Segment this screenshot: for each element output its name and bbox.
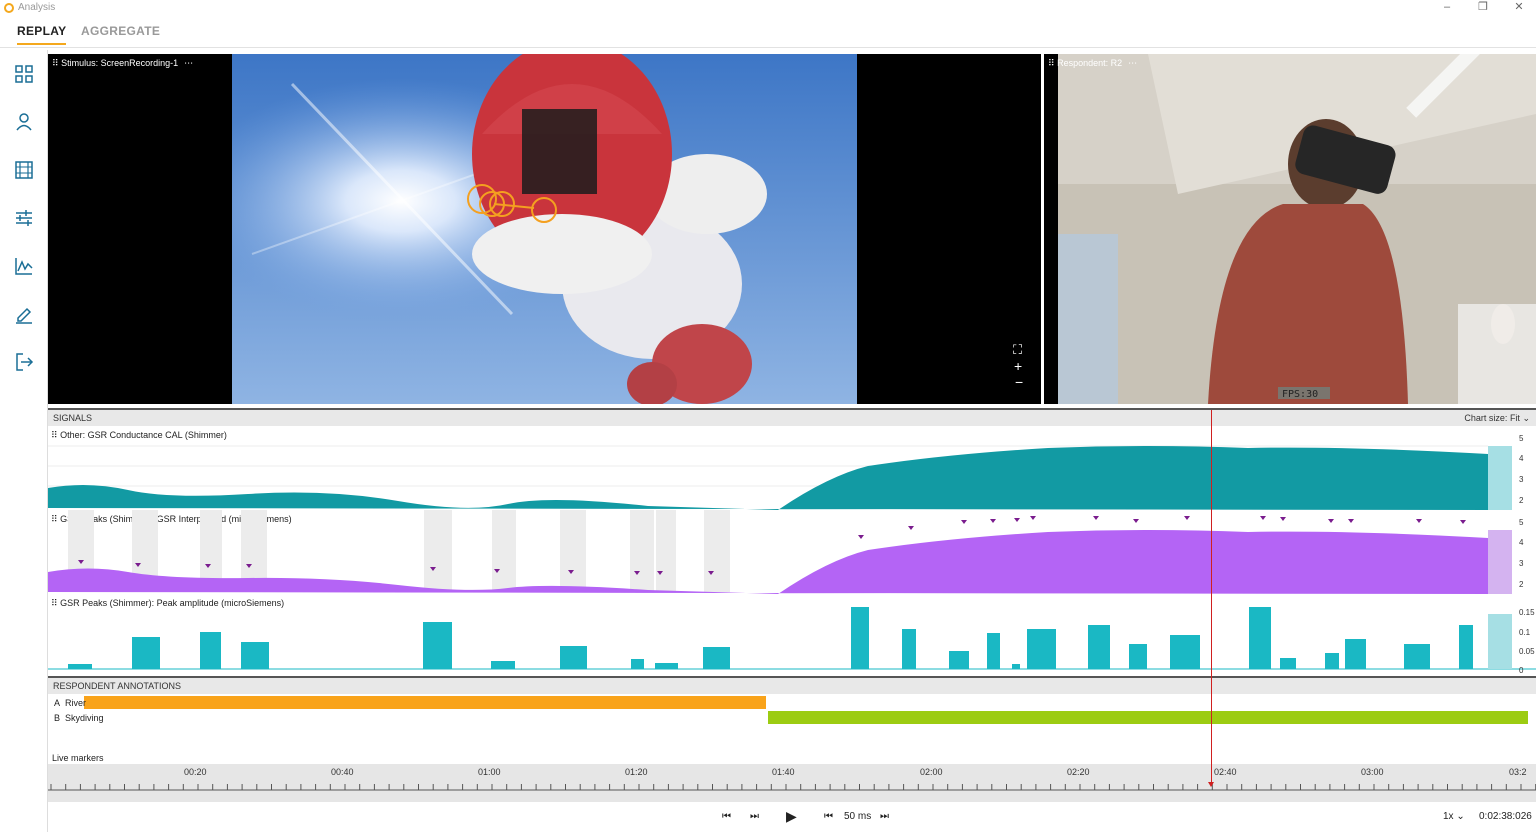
fullscreen-icon[interactable]: ⛶	[1013, 342, 1022, 358]
peak-amplitude-chart: 0.15 0.1 0.05 0	[48, 607, 1536, 675]
stimulus-panel: ⠿ Stimulus: ScreenRecording-1 ⋯ ⛶ + −	[48, 54, 1041, 404]
annotation-row-river[interactable]: A River	[48, 696, 1536, 711]
export-icon[interactable]	[14, 352, 34, 372]
stimulus-menu-button[interactable]: ⋯	[184, 58, 193, 68]
fps-overlay: FPS:30	[1282, 389, 1318, 400]
main-tabs: REPLAY AGGREGATE	[0, 18, 1536, 48]
timeline[interactable]: 00:20 00:40 01:00 01:20 01:40 02:00 02:2…	[48, 764, 1536, 804]
step-forward-button[interactable]: ⏭	[880, 811, 889, 822]
timeline-tick-label: 03:2	[1509, 767, 1527, 777]
tick-label: 3	[1519, 475, 1524, 484]
annotation-letter: A	[54, 698, 61, 708]
respondent-menu-button[interactable]: ⋯	[1128, 58, 1137, 68]
tick-label: 2	[1519, 580, 1524, 589]
timeline-tick-label: 02:20	[1067, 767, 1090, 777]
timeline-tick-label: 02:00	[920, 767, 943, 777]
pen-icon[interactable]	[14, 304, 34, 324]
stimulus-title: Stimulus: ScreenRecording-1	[61, 58, 179, 68]
playback-controls: ⏮ ⏭ ▶ ⏮ 50 ms ⏭ 1x ⌄ 0:02:38:026	[48, 804, 1536, 832]
play-button[interactable]: ▶	[786, 808, 797, 825]
step-size-value: 50 ms	[844, 811, 872, 822]
respondent-panel-header: ⠿ Respondent: R2 ⋯	[1048, 58, 1137, 69]
speed-select[interactable]: 1x ⌄	[1443, 811, 1465, 822]
annotation-letter: B	[54, 713, 61, 723]
title-bar: Analysis – ❐ ✕	[0, 0, 1536, 16]
tick-label: 0.1	[1519, 628, 1531, 637]
playhead-line[interactable]	[1211, 410, 1212, 786]
current-time: 0:02:38:026	[1479, 811, 1532, 822]
skip-to-end-button[interactable]: ⏭	[750, 811, 759, 822]
signals-title: SIGNALS	[53, 413, 93, 423]
drag-handle-icon[interactable]: ⠿	[1048, 58, 1057, 68]
tick-label: 4	[1519, 454, 1524, 463]
dashboard-icon[interactable]	[14, 64, 34, 84]
respondent-video-frame: FPS:30	[1058, 54, 1536, 404]
chart-size-control[interactable]: Chart size: Fit ⌄	[1464, 410, 1530, 426]
stimulus-video-frame	[232, 54, 857, 404]
zoom-out-button[interactable]: −	[1015, 374, 1023, 390]
tick-label: 5	[1519, 434, 1524, 443]
tick-label: 5	[1519, 518, 1524, 527]
annotations-section: RESPONDENT ANNOTATIONS A River B Skydivi…	[48, 676, 1536, 766]
chevron-down-icon: ⌄	[1522, 413, 1530, 423]
signals-section: SIGNALS Chart size: Fit ⌄ ⠿ Other: GSR C…	[48, 408, 1536, 678]
annotation-bar-river[interactable]	[84, 696, 766, 709]
tick-label: 0.05	[1519, 647, 1535, 656]
annotation-bar-skydiving[interactable]	[768, 711, 1528, 724]
tick-label: 3	[1519, 559, 1524, 568]
app-title: Analysis	[18, 2, 56, 13]
live-markers-label: Live markers	[52, 753, 104, 763]
annotations-header: RESPONDENT ANNOTATIONS	[48, 678, 1536, 694]
minimize-button[interactable]: –	[1432, 0, 1462, 16]
timeline-tick-label: 02:40	[1214, 767, 1237, 777]
step-back-button[interactable]: ⏮	[824, 811, 833, 822]
drag-handle-icon[interactable]: ⠿	[52, 58, 61, 68]
skip-to-start-button[interactable]: ⏮	[722, 811, 731, 822]
signals-header: SIGNALS Chart size: Fit ⌄	[48, 410, 1536, 426]
respondent-title: Respondent: R2	[1057, 58, 1123, 68]
sidebar	[0, 50, 48, 832]
zoom-in-button[interactable]: +	[1014, 358, 1022, 374]
tick-label: 0.15	[1519, 608, 1535, 617]
chart-size-label: Chart size:	[1464, 413, 1508, 423]
timeline-tick-label: 03:00	[1361, 767, 1384, 777]
stimulus-panel-header: ⠿ Stimulus: ScreenRecording-1 ⋯	[52, 58, 193, 69]
chart-size-value: Fit	[1509, 413, 1520, 423]
gsr-conductance-chart: 5 4 3 2	[48, 434, 1524, 510]
sliders-icon[interactable]	[14, 208, 34, 228]
timeline-ruler[interactable]: 00:20 00:40 01:00 01:20 01:40 02:00 02:2…	[48, 764, 1536, 804]
restore-button[interactable]: ❐	[1468, 0, 1498, 16]
timeline-tick-label: 01:00	[478, 767, 501, 777]
tick-label: 4	[1519, 538, 1524, 547]
film-icon[interactable]	[14, 160, 34, 180]
timeline-tick-label: 00:20	[184, 767, 207, 777]
tick-label: 2	[1519, 496, 1524, 505]
chart-icon[interactable]	[14, 256, 34, 276]
annotation-row-skydiving[interactable]: B Skydiving	[48, 711, 1536, 726]
app-logo-icon	[4, 3, 14, 13]
timeline-tick-label: 01:40	[772, 767, 795, 777]
timeline-tick-label: 01:20	[625, 767, 648, 777]
annotation-name: River	[65, 698, 87, 708]
tab-aggregate[interactable]: AGGREGATE	[81, 24, 160, 38]
tab-replay[interactable]: REPLAY	[17, 24, 67, 45]
person-icon[interactable]	[14, 112, 34, 132]
tick-label: 0	[1519, 666, 1524, 675]
respondent-panel: FPS:30 ⠿ Respondent: R2 ⋯	[1044, 54, 1536, 404]
close-button[interactable]: ✕	[1504, 0, 1534, 16]
annotation-name: Skydiving	[65, 713, 104, 723]
gsr-interpolated-chart: 5 4 3 2	[48, 510, 1524, 594]
timeline-tick-label: 00:40	[331, 767, 354, 777]
